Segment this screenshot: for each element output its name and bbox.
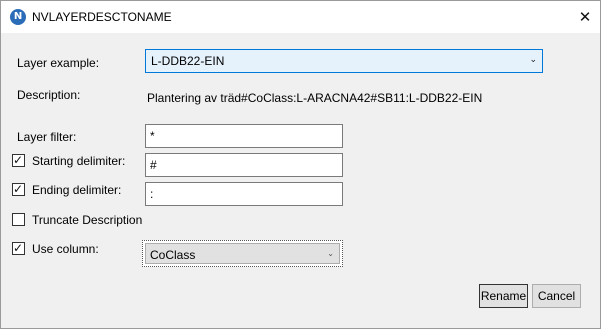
title-bar: N NVLAYERDESCTONAME ✕ xyxy=(1,1,600,33)
layer-example-value: L-DDB22-EIN xyxy=(151,54,225,68)
app-logo-icon: N xyxy=(10,9,26,25)
rename-button[interactable]: Rename xyxy=(479,284,528,308)
ending-delimiter-checkbox[interactable]: ✓ xyxy=(12,182,25,196)
checkmark-icon: ✓ xyxy=(13,153,24,167)
use-column-dropdown[interactable]: CoClass ⌄ xyxy=(142,240,343,267)
ending-delimiter-input[interactable] xyxy=(146,183,342,205)
description-value: Plantering av träd#CoClass:L-ARACNA42#SB… xyxy=(147,91,483,105)
truncate-description-label[interactable]: Truncate Description xyxy=(32,213,142,227)
cancel-button[interactable]: Cancel xyxy=(532,284,581,308)
dialog-window: N NVLAYERDESCTONAME ✕ Layer example: L-D… xyxy=(0,0,601,329)
layer-filter-label: Layer filter: xyxy=(17,130,77,144)
use-column-label[interactable]: Use column: xyxy=(32,242,99,256)
layer-filter-field[interactable] xyxy=(145,124,343,148)
use-column-dropdown-body: CoClass ⌄ xyxy=(145,243,340,264)
checkmark-icon: ✓ xyxy=(13,182,24,196)
chevron-down-icon: ⌄ xyxy=(327,249,334,258)
starting-delimiter-input[interactable] xyxy=(146,154,342,176)
starting-delimiter-field[interactable] xyxy=(145,153,343,177)
starting-delimiter-checkbox[interactable]: ✓ xyxy=(12,153,25,167)
layer-filter-input[interactable] xyxy=(146,125,342,147)
close-icon: ✕ xyxy=(578,8,592,26)
ending-delimiter-field[interactable] xyxy=(145,182,343,206)
layer-example-dropdown[interactable]: L-DDB22-EIN ⌄ xyxy=(145,49,543,73)
window-title: NVLAYERDESCTONAME xyxy=(32,10,172,24)
checkmark-icon: ✓ xyxy=(13,241,24,255)
chevron-down-icon: ⌄ xyxy=(529,55,537,65)
use-column-checkbox[interactable]: ✓ xyxy=(12,241,25,255)
close-button[interactable]: ✕ xyxy=(573,6,597,28)
ending-delimiter-label[interactable]: Ending delimiter: xyxy=(32,183,121,197)
use-column-value: CoClass xyxy=(150,248,196,262)
layer-example-label: Layer example: xyxy=(17,56,100,70)
starting-delimiter-label[interactable]: Starting delimiter: xyxy=(32,154,125,168)
truncate-description-checkbox[interactable] xyxy=(12,213,25,226)
description-label: Description: xyxy=(17,88,81,102)
